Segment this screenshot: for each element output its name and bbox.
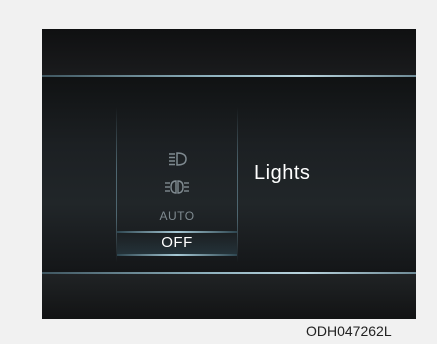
list-right-border xyxy=(237,107,238,262)
option-auto[interactable]: AUTO xyxy=(117,208,237,224)
lights-options-list: AUTO OFF xyxy=(116,107,238,262)
option-headlight[interactable] xyxy=(117,151,237,169)
parking-light-icon xyxy=(165,180,189,194)
cluster-display: AUTO OFF Lights xyxy=(42,29,416,319)
page: AUTO OFF Lights ODH047262L xyxy=(0,0,437,344)
bottom-band xyxy=(42,274,416,319)
headlight-icon xyxy=(169,152,187,166)
top-band xyxy=(42,29,416,75)
option-parking-light[interactable] xyxy=(117,179,237,197)
option-off-selected[interactable]: OFF xyxy=(117,232,237,254)
figure-code: ODH047262L xyxy=(306,323,392,339)
menu-title: Lights xyxy=(254,162,311,184)
selection-bottom-line xyxy=(117,254,237,256)
